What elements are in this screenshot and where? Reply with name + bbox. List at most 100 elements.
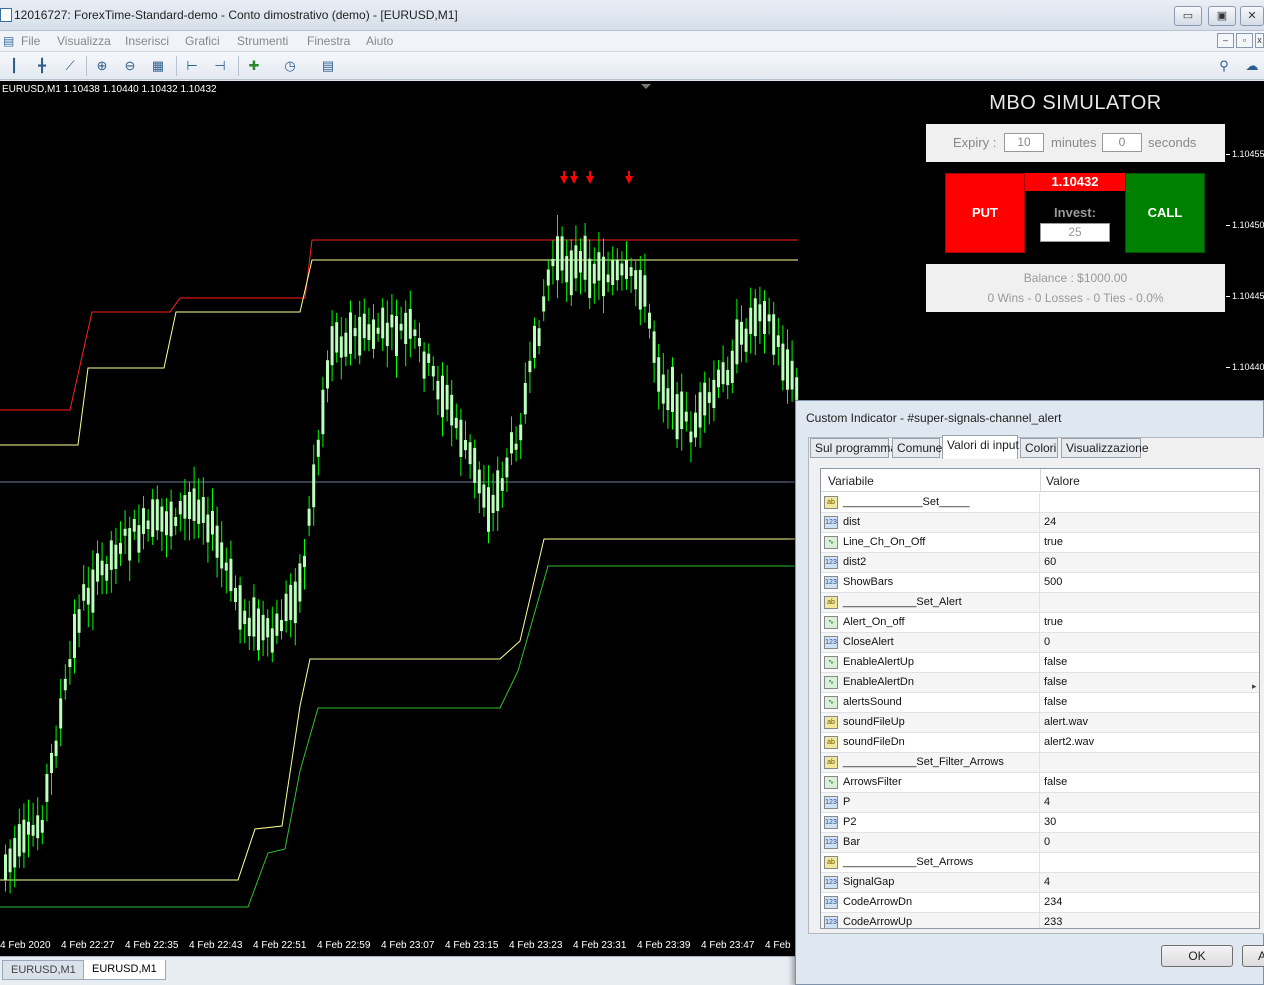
variable-value[interactable]: 4 [1044, 876, 1050, 888]
chart-shift-icon[interactable]: ⊢ [182, 56, 202, 76]
variable-value[interactable]: true [1044, 616, 1063, 628]
put-button[interactable]: PUT [945, 173, 1025, 253]
minimize-button[interactable]: ▭ [1174, 6, 1202, 26]
variable-value[interactable]: false [1044, 656, 1067, 668]
table-row[interactable]: 123 SignalGap 4 [821, 873, 1259, 893]
table-row[interactable]: ∿ ArrowsFilter false [821, 773, 1259, 793]
tab-about[interactable]: Sul programma [810, 438, 897, 458]
menu-tools[interactable]: Strumenti [237, 34, 288, 48]
tab-inputs[interactable]: Valori di input [942, 435, 1019, 459]
table-row[interactable]: ∿ Alert_On_off true [821, 613, 1259, 633]
variable-value[interactable]: alert.wav [1044, 716, 1088, 728]
variable-value[interactable]: 0 [1044, 836, 1050, 848]
time-label: 4 Feb [765, 940, 791, 951]
variable-value[interactable]: false [1044, 776, 1067, 788]
chart-tab[interactable]: EURUSD,M1 [2, 960, 85, 980]
tab-common[interactable]: Comune [892, 438, 942, 458]
column-header-value[interactable]: Valore [1046, 474, 1080, 488]
string-type-icon: ab [824, 756, 838, 769]
table-row[interactable]: ab ____________Set_Filter_Arrows [821, 753, 1259, 773]
chart-symbol-line: EURUSD,M1 1.10438 1.10440 1.10432 1.1043… [2, 84, 217, 95]
chat-icon[interactable]: ☁ [1242, 56, 1262, 76]
candle-body [234, 588, 237, 603]
table-row[interactable]: ab soundFileDn alert2.wav [821, 733, 1259, 753]
candle-chart-icon[interactable]: ╋ [32, 56, 52, 76]
bar-chart-icon[interactable]: ┃ [4, 56, 24, 76]
table-row[interactable]: 123 dist2 60 [821, 553, 1259, 573]
tile-windows-icon[interactable]: ▦ [148, 56, 168, 76]
variable-value[interactable]: 60 [1044, 556, 1056, 568]
candle-body [611, 260, 615, 286]
templates-icon[interactable]: ▤ [318, 56, 338, 76]
menu-insert[interactable]: Inserisci [125, 34, 169, 48]
variable-value[interactable]: false [1044, 676, 1067, 688]
table-row[interactable]: 123 CodeArrowDn 234 [821, 893, 1259, 913]
table-row[interactable]: 123 dist 24 [821, 513, 1259, 533]
table-row[interactable]: 123 P2 30 [821, 813, 1259, 833]
menu-help[interactable]: Aiuto [366, 34, 393, 48]
expiry-seconds-input[interactable]: 0 [1102, 133, 1142, 152]
table-row[interactable]: 123 Bar 0 [821, 833, 1259, 853]
chart-tab-active[interactable]: EURUSD,M1 [83, 960, 166, 980]
search-icon[interactable]: ⚲ [1214, 56, 1234, 76]
column-header-variable[interactable]: Variabile [828, 474, 874, 488]
variable-value[interactable]: alert2.wav [1044, 736, 1094, 748]
menu-window[interactable]: Finestra [307, 34, 350, 48]
cancel-button[interactable]: A [1242, 945, 1264, 967]
candle-body [519, 424, 523, 441]
table-row[interactable]: ∿ EnableAlertUp false [821, 653, 1259, 673]
candle-body [17, 824, 21, 857]
variable-value[interactable]: 24 [1044, 516, 1056, 528]
candle-body [13, 837, 17, 868]
price-label: 1.10440 [1232, 362, 1264, 372]
table-row[interactable]: 123 CodeArrowUp 233 [821, 913, 1259, 928]
tab-visualization[interactable]: Visualizzazione [1061, 438, 1149, 458]
variable-cell: ab _____________Set_____ [821, 493, 1040, 513]
mdi-minimize-icon[interactable]: – [1217, 33, 1234, 48]
variable-value[interactable]: 233 [1044, 916, 1062, 928]
indicators-icon[interactable]: ✚ [244, 56, 264, 76]
variable-value[interactable]: false [1044, 696, 1067, 708]
variable-value[interactable]: 4 [1044, 796, 1050, 808]
variable-value[interactable]: 234 [1044, 896, 1062, 908]
ok-button[interactable]: OK [1161, 945, 1233, 967]
variable-value[interactable]: 30 [1044, 816, 1056, 828]
variable-value[interactable]: 0 [1044, 636, 1050, 648]
tab-colors[interactable]: Colori [1020, 438, 1058, 458]
invest-input[interactable]: 25 [1040, 223, 1110, 242]
table-row[interactable]: ∿ EnableAlertDn false [821, 673, 1259, 693]
zoom-out-icon[interactable]: ⊖ [120, 56, 140, 76]
scroll-right-arrow-icon[interactable]: ▸ [1252, 681, 1257, 692]
table-row[interactable]: ∿ alertsSound false [821, 693, 1259, 713]
table-row[interactable]: 123 P 4 [821, 793, 1259, 813]
document-icon[interactable]: ▤ [3, 34, 14, 48]
variable-name: soundFileUp [843, 716, 905, 728]
signal-down-arrow [586, 176, 594, 184]
table-row[interactable]: 123 CloseAlert 0 [821, 633, 1259, 653]
maximize-button[interactable]: ▣ [1208, 6, 1236, 26]
periods-icon[interactable]: ◷ [280, 56, 300, 76]
zoom-in-icon[interactable]: ⊕ [92, 56, 112, 76]
menu-view[interactable]: Visualizza [57, 34, 111, 48]
candle-body [100, 560, 104, 576]
line-chart-icon[interactable]: ⟋ [60, 56, 80, 76]
expiry-minutes-input[interactable]: 10 [1004, 133, 1044, 152]
table-row[interactable]: 123 ShowBars 500 [821, 573, 1259, 593]
table-row[interactable]: ab soundFileUp alert.wav [821, 713, 1259, 733]
table-row[interactable]: ∿ Line_Ch_On_Off true [821, 533, 1259, 553]
variable-value[interactable]: true [1044, 536, 1063, 548]
variable-value[interactable]: 500 [1044, 576, 1062, 588]
table-row[interactable]: ab ____________Set_Arrows [821, 853, 1259, 873]
variable-cell: 123 P2 [821, 813, 1040, 833]
table-row[interactable]: ab ____________Set_Alert [821, 593, 1259, 613]
price-tick [1226, 225, 1230, 226]
table-row[interactable]: ab _____________Set_____ [821, 493, 1259, 513]
close-button[interactable]: ✕ [1240, 6, 1264, 26]
mdi-restore-icon[interactable]: ▫ [1236, 33, 1253, 48]
mdi-close-icon[interactable]: x [1255, 33, 1264, 48]
menu-file[interactable]: File [21, 34, 40, 48]
call-button[interactable]: CALL [1125, 173, 1205, 253]
menu-charts[interactable]: Grafici [185, 34, 220, 48]
autoscroll-icon[interactable]: ⊣ [210, 56, 230, 76]
candle-body [151, 499, 155, 537]
